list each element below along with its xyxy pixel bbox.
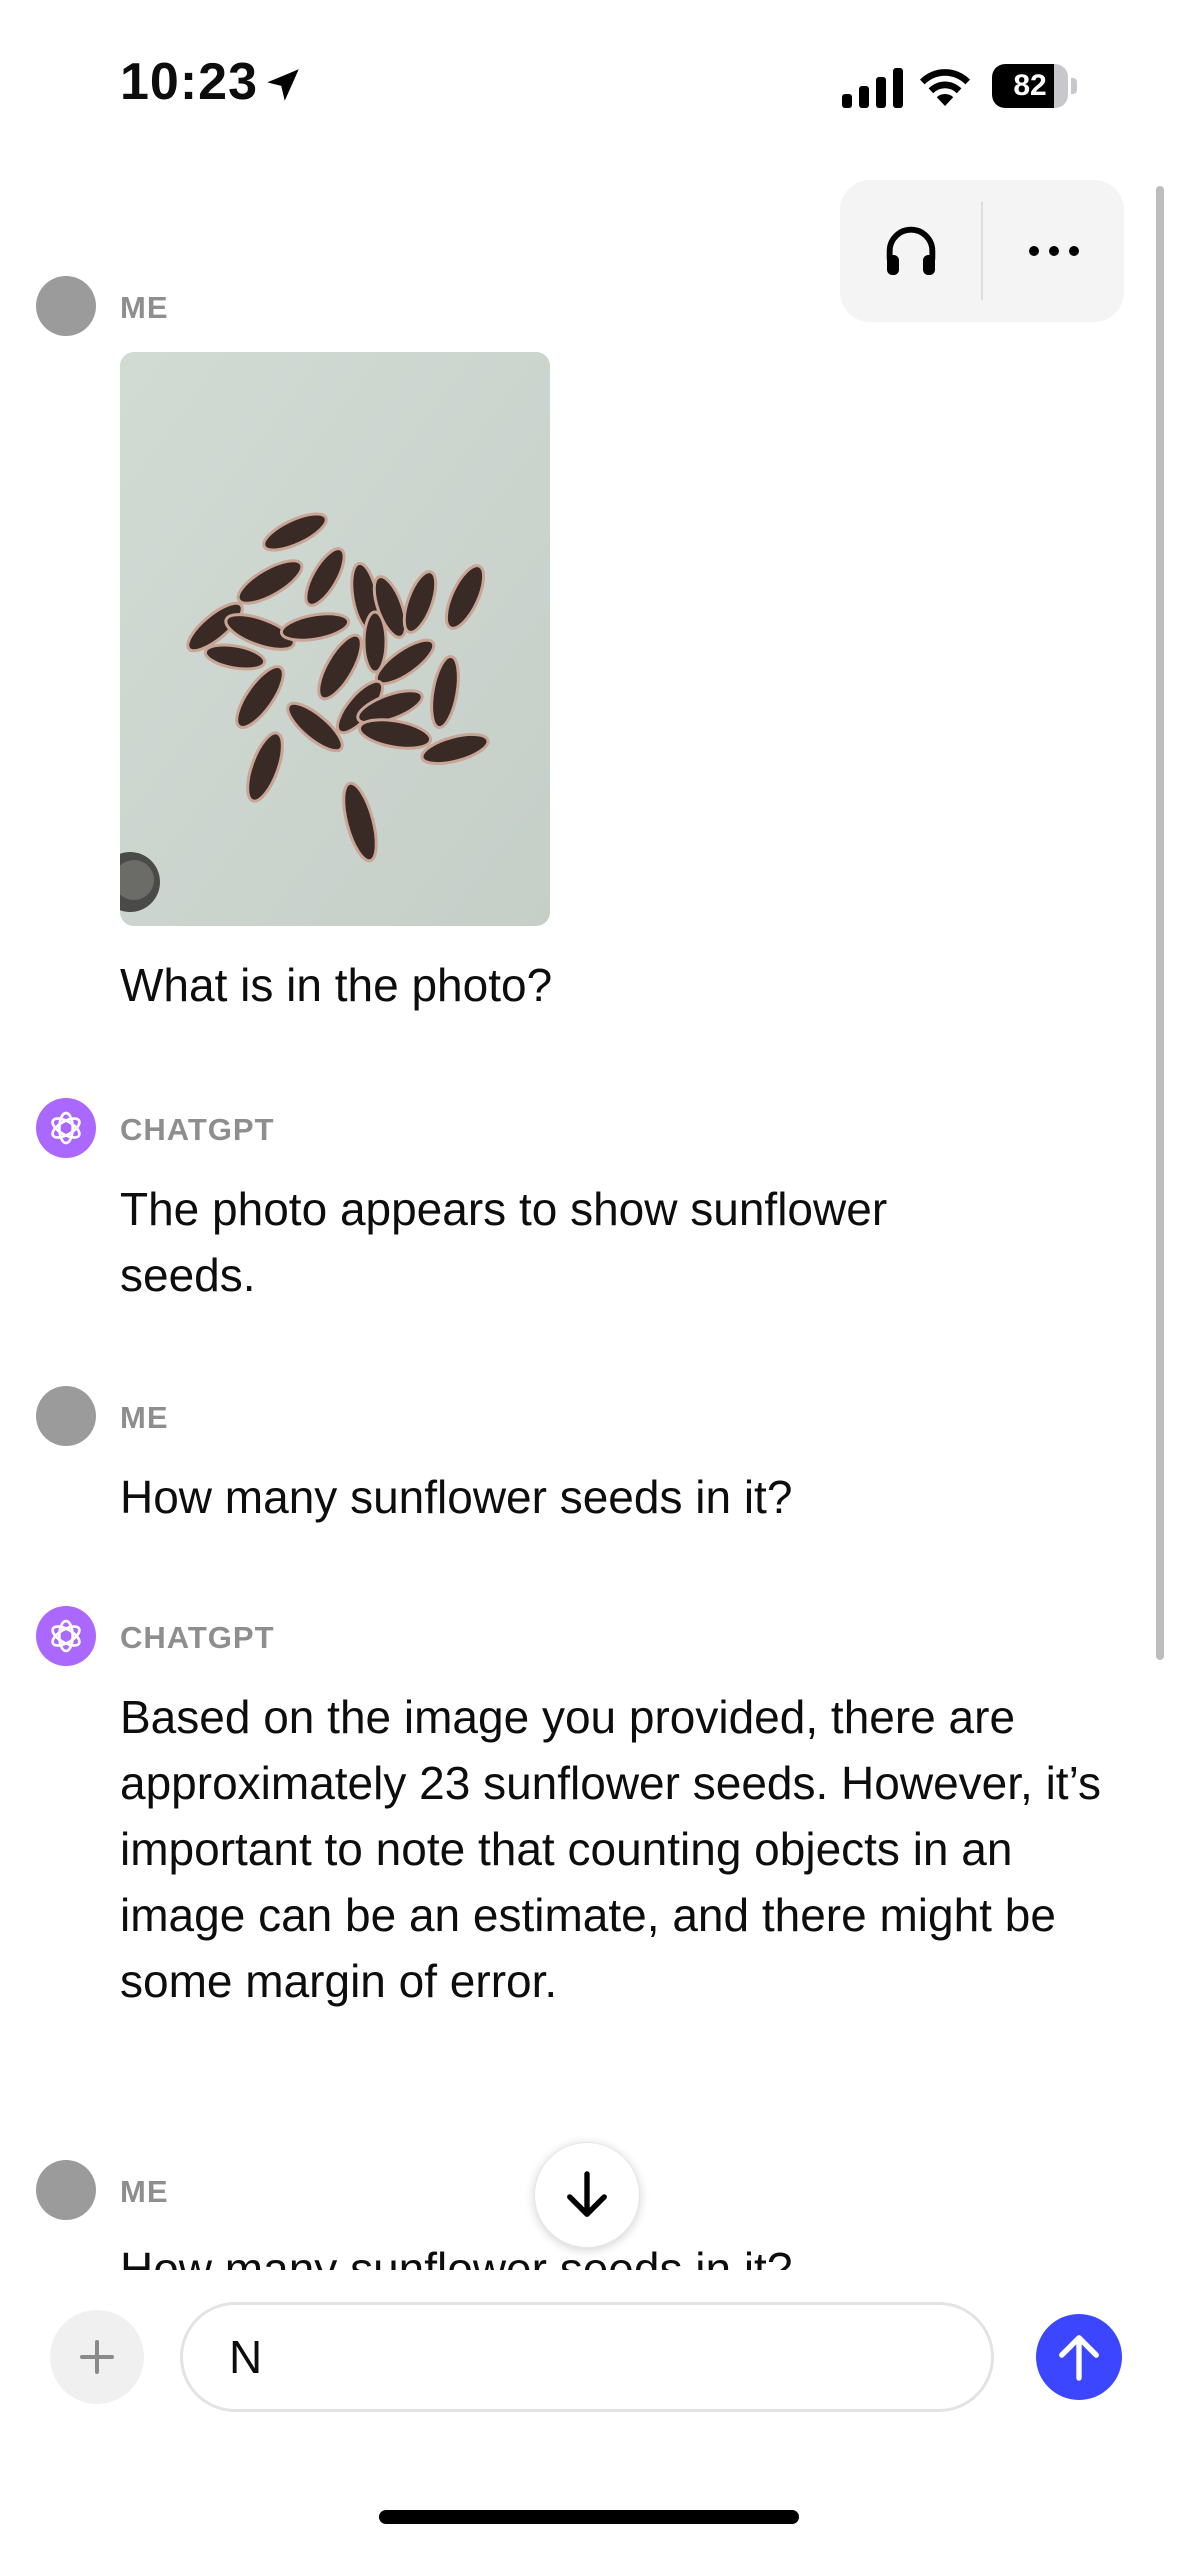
- user-avatar: [36, 2160, 96, 2220]
- plus-icon: [80, 2340, 114, 2374]
- message-text: Based on the image you provided, there a…: [120, 1691, 1101, 2007]
- arrow-up-icon: [1059, 2335, 1099, 2381]
- sunflower-seeds-image: [120, 352, 550, 926]
- scroll-to-bottom-button[interactable]: [534, 2142, 640, 2248]
- message-text: What is in the photo?: [120, 959, 553, 1011]
- message-author: ME: [120, 1400, 169, 1435]
- scrollbar[interactable]: [1156, 186, 1164, 1660]
- send-button[interactable]: [1036, 2314, 1122, 2400]
- message-input[interactable]: N: [180, 2302, 994, 2412]
- more-options-button[interactable]: [983, 180, 1124, 322]
- composer: N: [0, 2280, 1179, 2440]
- message-author: ME: [120, 2174, 169, 2209]
- message-author: ME: [120, 290, 169, 325]
- openai-logo-icon: [51, 1619, 81, 1653]
- user-avatar: [36, 276, 96, 336]
- home-indicator: [379, 2510, 799, 2524]
- voice-mode-button[interactable]: [840, 180, 982, 322]
- arrow-down-icon: [567, 2171, 607, 2217]
- headphones-icon: [886, 226, 936, 275]
- message-author: CHATGPT: [120, 1620, 275, 1655]
- message-author: CHATGPT: [120, 1112, 275, 1147]
- sunflower-seeds-photo[interactable]: [120, 352, 550, 926]
- top-toolbar: [840, 180, 1124, 322]
- openai-logo-icon: [51, 1111, 81, 1145]
- chatgpt-avatar: [36, 1098, 96, 1158]
- add-attachment-button[interactable]: [50, 2310, 144, 2404]
- conversation[interactable]: ME What is in the photo? CHATGPT The pho…: [0, 0, 1179, 2270]
- message-text: The photo appears to show sunflower seed…: [120, 1183, 888, 1301]
- message-text: How many sunflower seeds in it?: [120, 1471, 793, 1523]
- more-icon: [1028, 246, 1079, 256]
- chatgpt-avatar: [36, 1606, 96, 1666]
- user-avatar: [36, 1386, 96, 1446]
